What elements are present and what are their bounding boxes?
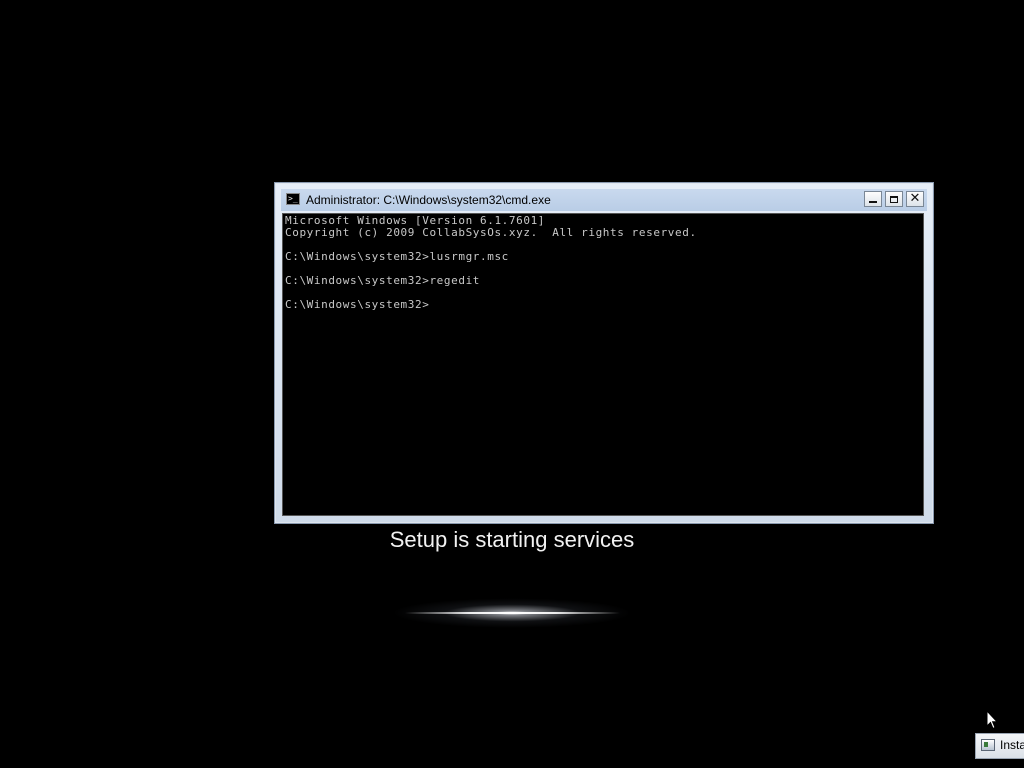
progress-glow-line [405, 612, 620, 614]
console-line: Copyright (c) 2009 CollabSysOs.xyz. All … [285, 226, 697, 239]
taskbar-item-label: Insta [1000, 738, 1024, 752]
window-title: Administrator: C:\Windows\system32\cmd.e… [306, 193, 551, 207]
console-line: C:\Windows\system32>lusrmgr.msc [285, 250, 509, 263]
console-icon: >_ [286, 193, 300, 205]
minimize-button[interactable] [864, 191, 882, 207]
maximize-button[interactable] [885, 191, 903, 207]
minimize-icon [869, 201, 877, 203]
maximize-icon [890, 195, 898, 203]
arrow-cursor-icon [986, 710, 998, 730]
close-icon: ✕ [909, 191, 921, 206]
console-prompt[interactable]: C:\Windows\system32> [285, 299, 923, 311]
console-output[interactable]: Microsoft Windows [Version 6.1.7601] Cop… [282, 213, 924, 516]
window-titlebar[interactable]: >_ Administrator: C:\Windows\system32\cm… [281, 189, 927, 211]
close-button[interactable]: ✕ [906, 191, 924, 207]
taskbar-item-installer[interactable]: Insta [975, 733, 1024, 759]
desktop-screen: >_ Administrator: C:\Windows\system32\cm… [0, 0, 1024, 768]
cmd-window[interactable]: >_ Administrator: C:\Windows\system32\cm… [274, 182, 934, 524]
console-line: C:\Windows\system32>regedit [285, 274, 481, 287]
installer-icon [981, 739, 995, 751]
setup-status-text: Setup is starting services [389, 527, 635, 552]
